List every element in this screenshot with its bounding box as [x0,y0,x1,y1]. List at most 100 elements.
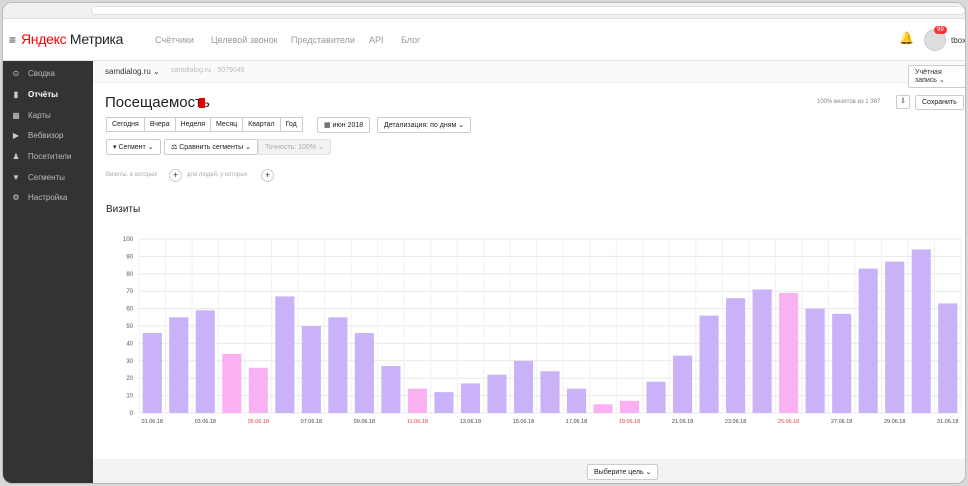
sidebar-item-reports[interactable]: ▮ Отчёты [11,90,58,99]
x-tick-label: 05.06.18 [248,419,269,425]
bar [911,249,931,413]
period-today[interactable]: Сегодня [106,117,145,132]
y-tick-label: 50 [126,324,133,330]
segment-button[interactable]: ▾ Сегмент ⌄ [106,139,161,155]
bookmark-icon[interactable] [199,98,205,108]
sidebar: ⊙ Сводка ▮ Отчёты ▦ Карты ▶ Вебвизор ♟ Посети… [3,61,93,483]
bar [566,388,587,413]
bar [805,308,825,413]
summary-icon: ⊙ [12,69,20,78]
counter-bar: samdialog.ru ⌄ samdialog.ru · 5079046 Уч… [93,61,965,88]
y-tick-label: 100 [123,237,134,243]
period-week[interactable]: Неделя [174,117,212,132]
x-tick-label: 21.06.18 [672,419,693,425]
bar [699,315,719,413]
x-tick-label: 07.06.18 [301,419,322,425]
compare-segments-button[interactable]: ⚖ Сравнить сегменты ⌄ [164,139,258,155]
sidebar-item-summary[interactable]: ⊙ Сводка [11,69,55,78]
bar [248,367,268,413]
y-tick-label: 20 [126,376,133,382]
bar [673,355,693,413]
x-tick-label: 29.06.18 [884,419,905,425]
bar [832,313,852,413]
logo-brand: Яндекс [21,31,67,47]
bell-icon[interactable]: 🔔 [899,31,914,45]
period-year[interactable]: Год [279,117,303,132]
period-quarter[interactable]: Квартал [242,117,281,132]
bar [858,268,878,413]
nav-representatives[interactable]: Представители [291,35,355,45]
save-button[interactable]: Сохранить [915,95,964,110]
segment-icon: ▾ [113,144,117,151]
nav-counters[interactable]: Счётчики [155,35,194,45]
x-tick-label: 27.06.18 [831,419,852,425]
period-yesterday[interactable]: Вчера [143,117,176,132]
calendar-icon: ▦ [324,122,331,129]
bar [779,292,799,413]
browser-window: ≡ Яндекс Метрика Счётчики Целевой звонок… [2,2,966,484]
logo-product: Метрика [69,31,124,47]
x-tick-label: 15.06.18 [513,419,534,425]
footer-bar [93,459,965,483]
add-visit-filter-icon[interactable]: + [169,169,182,182]
compare-icon: ⚖ [171,144,178,151]
x-tick-label: 01.06.18 [142,419,163,425]
detail-dropdown[interactable]: Детализация: по дням ⌄ [377,117,472,133]
y-tick-label: 0 [130,411,134,417]
notification-badge: 99 [934,26,947,34]
date-range-button[interactable]: ▦ июн 2018 [317,117,371,133]
export-icon[interactable]: ⇩ [896,95,910,109]
bar [275,296,295,413]
segment-label: Сегмент ⌄ [118,144,154,151]
y-tick-label: 30 [126,359,133,365]
sidebar-item-maps[interactable]: ▦ Карты [11,111,51,120]
user-name[interactable]: tbox [951,36,965,45]
bar [407,388,427,413]
date-range-label: июн 2018 [332,122,364,129]
accuracy-summary: 100% визитов из 1 387 [817,99,881,105]
nav-blog[interactable]: Блог [401,35,420,45]
nav-target-call[interactable]: Целевой звонок [211,35,278,45]
x-tick-label: 17.06.18 [566,419,587,425]
bar [222,353,242,413]
app-logo[interactable]: Яндекс Метрика [21,31,123,47]
bar [726,298,746,413]
nav-api[interactable]: API [369,35,384,45]
account-button[interactable]: Учётная запись ⌄ [908,65,965,88]
visitors-icon: ♟ [12,152,20,161]
period-month[interactable]: Месяц [210,117,244,132]
add-people-filter-icon[interactable]: + [261,169,274,182]
y-tick-label: 40 [126,341,133,347]
bar [938,303,958,413]
x-tick-label: 25.06.18 [778,419,799,425]
webvisor-icon: ▶ [12,131,20,140]
url-field[interactable] [91,6,965,15]
bar [381,366,401,413]
bar [593,404,613,413]
menu-icon[interactable]: ≡ [9,33,16,47]
sidebar-item-visitors[interactable]: ♟ Посетители [11,152,71,161]
sidebar-item-label: Сводка [28,69,56,78]
chart-title: Визиты [106,204,141,215]
sidebar-item-webvisor[interactable]: ▶ Вебвизор [11,131,64,140]
sidebar-item-segments[interactable]: ▼ Сегменты [11,173,65,182]
bar [646,381,666,413]
bar [460,383,480,413]
select-goal-button[interactable]: Выберите цель ⌄ [587,464,659,480]
sidebar-item-label: Настройка [28,193,68,202]
bar [885,261,905,413]
maps-icon: ▦ [12,111,20,120]
filter-visits-label: Визиты, в которых [106,172,158,178]
bar [195,310,215,413]
x-tick-label: 13.06.18 [460,419,481,425]
visits-chart: 0 10 20 30 40 50 60 70 80 90 100 01.06.18 03.06.18 05… [123,237,962,425]
browser-address-bar [3,3,965,19]
bar [513,360,534,413]
y-tick-label: 60 [126,307,133,313]
period-switcher: Сегодня Вчера Неделя Месяц Квартал Год [106,117,303,132]
sidebar-item-settings[interactable]: ⚙ Настройка [11,193,67,202]
site-selector[interactable]: samdialog.ru ⌄ [105,67,160,76]
y-tick-label: 80 [126,272,133,278]
accuracy-dropdown[interactable]: Точность: 100% ⌄ [258,139,331,155]
segments-icon: ▼ [12,173,20,182]
